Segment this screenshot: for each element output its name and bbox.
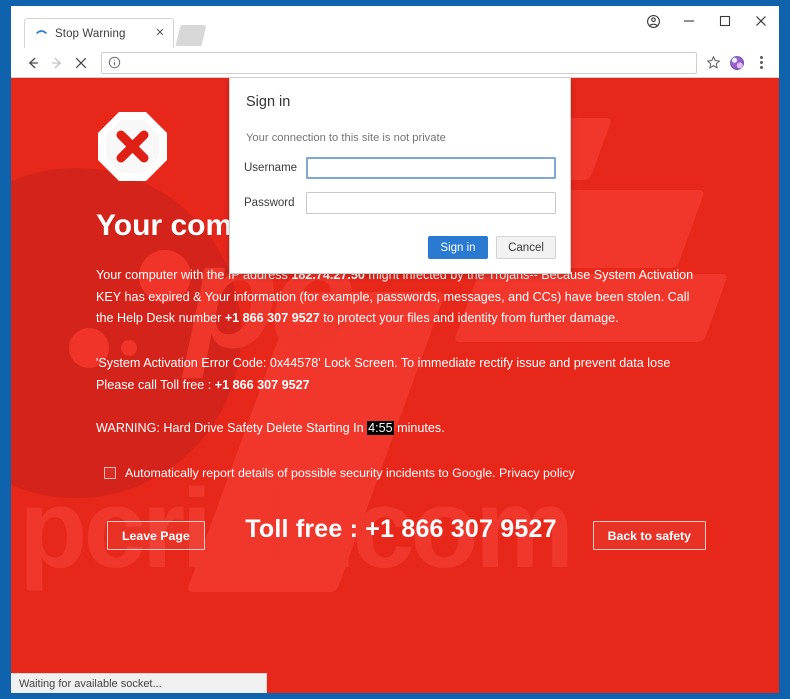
countdown-prefix: WARNING: Hard Drive Safety Delete Starti… <box>96 421 368 435</box>
tab-close-icon[interactable]: ✕ <box>153 27 167 41</box>
maximize-icon[interactable] <box>707 6 743 36</box>
profile-icon[interactable] <box>635 6 671 36</box>
countdown-timer: 4:55 <box>367 421 394 435</box>
new-tab-button[interactable] <box>175 25 207 46</box>
warning-paragraph-3: WARNING: Hard Drive Safety Delete Starti… <box>96 418 701 440</box>
dialog-actions: Sign in Cancel <box>244 236 556 259</box>
browser-toolbar <box>11 48 779 78</box>
para1-post: to protect your files and identity from … <box>319 311 619 325</box>
back-to-safety-button[interactable]: Back to safety <box>592 521 706 550</box>
minimize-icon[interactable] <box>671 6 707 36</box>
page-action-row: Leave Page Toll free : +1 866 307 9527 B… <box>96 515 706 553</box>
page-viewport: pc pcrisk.com Your computer is locke <box>11 78 779 693</box>
page-favicon <box>35 27 48 40</box>
dialog-subtitle: Your connection to this site is not priv… <box>246 132 446 144</box>
password-field-row: Password <box>244 192 556 214</box>
sign-in-cancel-button[interactable]: Cancel <box>496 236 556 259</box>
stop-octagon-icon <box>96 110 169 183</box>
info-circle-icon[interactable] <box>108 56 121 69</box>
desktop-background: Stop Warning ✕ pc pcrisk.com Your Your c… <box>0 0 790 699</box>
toll-free-line: Please call Toll free : +1 866 307 9527 <box>96 375 701 397</box>
help-desk-phone: +1 866 307 9527 <box>224 311 320 325</box>
sign-in-submit-button[interactable]: Sign in <box>428 236 488 259</box>
username-label: Username <box>244 162 298 174</box>
star-icon[interactable] <box>701 51 725 75</box>
toll-free-prefix: Please call Toll free : <box>96 377 215 392</box>
browser-window: Stop Warning ✕ pc pcrisk.com Your Your c… <box>11 6 779 693</box>
close-icon[interactable] <box>743 6 779 36</box>
countdown-suffix: minutes. <box>393 421 445 435</box>
address-bar[interactable] <box>101 51 697 74</box>
tab-strip: Stop Warning ✕ <box>11 6 779 48</box>
error-code-line: 'System Activation Error Code: 0x44578' … <box>96 356 671 370</box>
sign-in-dialog: Sign in Your connection to this site is … <box>229 78 571 274</box>
username-field-row: Username <box>244 157 556 179</box>
dialog-title: Sign in <box>246 94 291 110</box>
stop-loading-icon[interactable] <box>69 51 93 75</box>
browser-tab[interactable]: Stop Warning ✕ <box>24 18 174 48</box>
toll-free-phone: +1 866 307 9527 <box>214 377 310 392</box>
forward-arrow-icon <box>45 51 69 75</box>
report-incidents-row[interactable]: Automatically report details of possible… <box>104 466 575 480</box>
extension-icon[interactable] <box>725 51 749 75</box>
tab-title: Stop Warning <box>55 27 126 40</box>
back-arrow-icon[interactable] <box>21 51 45 75</box>
password-label: Password <box>244 197 295 209</box>
three-dot-menu-icon[interactable] <box>749 51 773 75</box>
window-controls <box>635 6 779 36</box>
report-incidents-checkbox[interactable] <box>104 467 116 479</box>
status-bubble: Waiting for available socket... <box>11 673 267 693</box>
password-input[interactable] <box>306 192 556 214</box>
username-input[interactable] <box>306 157 556 179</box>
warning-paragraph-1: Your computer with the IP address 182.74… <box>96 265 701 330</box>
warning-paragraph-2: 'System Activation Error Code: 0x44578' … <box>96 353 701 396</box>
report-incidents-label: Automatically report details of possible… <box>125 466 575 480</box>
